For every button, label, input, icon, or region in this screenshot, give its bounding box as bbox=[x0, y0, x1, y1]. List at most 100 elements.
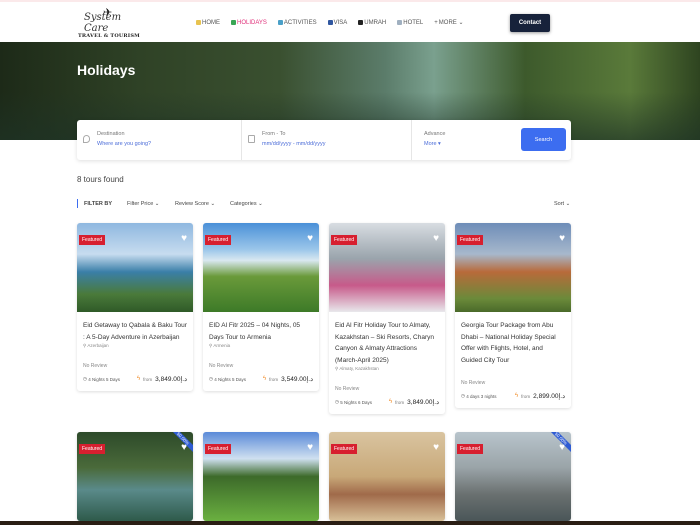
nav-label: ACTIVITIES bbox=[284, 20, 317, 26]
featured-badge: Featured bbox=[457, 235, 483, 245]
nav-label: HOTEL bbox=[403, 20, 423, 26]
nav-home[interactable]: HOME bbox=[196, 19, 220, 26]
duration: 5 Nights 6 Days bbox=[340, 400, 372, 405]
featured-badge: Featured bbox=[79, 444, 105, 454]
nav-label: VISA bbox=[334, 20, 348, 26]
search-button[interactable]: Search bbox=[521, 128, 566, 151]
nav-activities[interactable]: ACTIVITIES bbox=[278, 19, 317, 26]
destination-input[interactable]: Where are you going? bbox=[97, 141, 151, 147]
tour-location: ⚲ Armenia bbox=[209, 343, 313, 349]
nav-more[interactable]: +MORE ⌄ bbox=[434, 19, 463, 26]
tour-title[interactable]: Eid Getaway to Qabala & Baku Tour : A 5-… bbox=[83, 320, 187, 343]
date-label: From - To bbox=[262, 131, 285, 137]
featured-badge: Featured bbox=[331, 444, 357, 454]
categories-dropdown[interactable]: Categories ⌄ bbox=[230, 201, 263, 207]
tour-card[interactable]: Featured ♥ EID Al Fitr 2025 – 04 Nights,… bbox=[203, 223, 319, 391]
tour-location: ⚲ Almaty, Kazakhstan bbox=[335, 366, 439, 372]
date-input[interactable]: mm/dd/yyyy - mm/dd/yyyy bbox=[262, 141, 326, 147]
logo-script: System Care bbox=[84, 12, 140, 34]
nav-label: HOME bbox=[202, 20, 220, 26]
tour-image[interactable]: Featured ♥ bbox=[77, 223, 193, 312]
tour-meta: ◷ 4 Nights 5 Days ϟfrom3,849.00د.إ bbox=[83, 375, 187, 383]
location-text: Azerbaijan bbox=[87, 343, 108, 348]
nav-label: MORE ⌄ bbox=[439, 19, 464, 26]
tour-image[interactable]: Featured ♥ bbox=[203, 432, 319, 521]
tour-card[interactable]: Featured ♥ bbox=[329, 432, 445, 521]
results-count: 8 tours found bbox=[77, 175, 124, 184]
advance-label: Advance bbox=[424, 131, 445, 137]
calendar-icon bbox=[248, 135, 255, 143]
page-edge bbox=[0, 521, 700, 525]
from-label: from bbox=[395, 400, 404, 405]
nav-visa[interactable]: VISA bbox=[328, 19, 348, 26]
tour-meta: ◷ 4 Nights 5 Days ϟfrom3,549.00د.إ bbox=[209, 375, 313, 383]
nav-holidays[interactable]: HOLIDAYS bbox=[231, 19, 267, 26]
from-label: from bbox=[143, 377, 152, 382]
tour-location: ⚲ Azerbaijan bbox=[83, 343, 187, 349]
review-text: No Review bbox=[209, 363, 313, 369]
advance-field: Advance More ▾ bbox=[412, 120, 512, 160]
logo-tagline: TRAVEL & TOURISM bbox=[78, 33, 140, 39]
date-field[interactable]: From - To mm/dd/yyyy - mm/dd/yyyy bbox=[242, 120, 412, 160]
heart-icon[interactable]: ♥ bbox=[433, 233, 439, 244]
search-bar: Destination Where are you going? From - … bbox=[77, 120, 571, 160]
featured-badge: Featured bbox=[205, 235, 231, 245]
featured-badge: Featured bbox=[205, 444, 231, 454]
price: 3,849.00د.إ bbox=[407, 398, 439, 406]
duration: 4 Nights 5 Days bbox=[214, 377, 246, 382]
sort-dropdown[interactable]: Sort ⌄ bbox=[554, 201, 570, 207]
tour-title[interactable]: Eid Al Fitr Holiday Tour to Almaty, Kaza… bbox=[335, 320, 439, 366]
duration: 4 days 3 nights bbox=[466, 394, 496, 399]
heart-icon[interactable]: ♥ bbox=[433, 442, 439, 453]
nav-umrah[interactable]: UMRAH bbox=[358, 19, 386, 26]
featured-badge: Featured bbox=[457, 444, 483, 454]
filter-price-dropdown[interactable]: Filter Price ⌄ bbox=[127, 201, 159, 207]
contact-button[interactable]: Contact bbox=[510, 14, 550, 32]
heart-icon[interactable]: ♥ bbox=[307, 442, 313, 453]
tour-meta: ◷ 5 Nights 6 Days ϟfrom3,849.00د.إ bbox=[335, 398, 439, 406]
heart-icon[interactable]: ♥ bbox=[307, 233, 313, 244]
nav-hotel[interactable]: HOTEL bbox=[397, 19, 423, 26]
tour-card[interactable]: Featured ♥ 50.00% bbox=[77, 432, 193, 521]
price: 3,549.00د.إ bbox=[281, 375, 313, 383]
price: 2,899.00د.إ bbox=[533, 392, 565, 400]
tour-card[interactable]: Featured ♥ Georgia Tour Package from Abu… bbox=[455, 223, 571, 408]
nav-label: UMRAH bbox=[364, 20, 386, 26]
tour-card[interactable]: Featured ♥ Eid Al Fitr Holiday Tour to A… bbox=[329, 223, 445, 414]
tour-card[interactable]: Featured ♥ Eid Getaway to Qabala & Baku … bbox=[77, 223, 193, 391]
tour-card[interactable]: Featured ♥ bbox=[203, 432, 319, 521]
review-text: No Review bbox=[461, 380, 565, 386]
tour-image[interactable]: Featured ♥ bbox=[203, 223, 319, 312]
tour-title[interactable]: EID Al Fitr 2025 – 04 Nights, 05 Days To… bbox=[209, 320, 313, 343]
heart-icon[interactable]: ♥ bbox=[181, 233, 187, 244]
tour-image[interactable]: Featured ♥ bbox=[455, 223, 571, 312]
location-text: Almaty, Kazakhstan bbox=[339, 366, 378, 371]
duration: 4 Nights 5 Days bbox=[88, 377, 120, 382]
logo[interactable]: ✈ System Care TRAVEL & TOURISM bbox=[78, 8, 140, 40]
tour-image[interactable]: Featured ♥ 50.00% bbox=[455, 432, 571, 521]
tour-image[interactable]: Featured ♥ bbox=[329, 223, 445, 312]
divider bbox=[77, 199, 78, 208]
palm-icon bbox=[231, 20, 236, 25]
more-dropdown[interactable]: More ▾ bbox=[424, 141, 441, 147]
filter-by-label: FILTER BY bbox=[84, 201, 112, 207]
tour-title[interactable]: Georgia Tour Package from Abu Dhabi – Na… bbox=[461, 320, 565, 366]
main-menu: HOME HOLIDAYS ACTIVITIES VISA UMRAH HOTE… bbox=[196, 19, 464, 26]
nav-label: HOLIDAYS bbox=[237, 20, 267, 26]
visa-icon bbox=[328, 20, 333, 25]
page-title: Holidays bbox=[77, 62, 135, 78]
price: 3,849.00د.إ bbox=[155, 375, 187, 383]
location-pin-icon bbox=[83, 135, 90, 143]
featured-badge: Featured bbox=[331, 235, 357, 245]
review-score-dropdown[interactable]: Review Score ⌄ bbox=[175, 201, 215, 207]
destination-field[interactable]: Destination Where are you going? bbox=[77, 120, 242, 160]
from-label: from bbox=[521, 394, 530, 399]
tour-meta: ◷ 4 days 3 nights ϟfrom2,899.00د.إ bbox=[461, 392, 565, 400]
tour-image[interactable]: Featured ♥ bbox=[329, 432, 445, 521]
top-navbar: ✈ System Care TRAVEL & TOURISM HOME HOLI… bbox=[0, 0, 700, 42]
featured-badge: Featured bbox=[79, 235, 105, 245]
kaaba-icon bbox=[358, 20, 363, 25]
heart-icon[interactable]: ♥ bbox=[559, 233, 565, 244]
tour-image[interactable]: Featured ♥ 50.00% bbox=[77, 432, 193, 521]
tour-card[interactable]: Featured ♥ 50.00% bbox=[455, 432, 571, 521]
